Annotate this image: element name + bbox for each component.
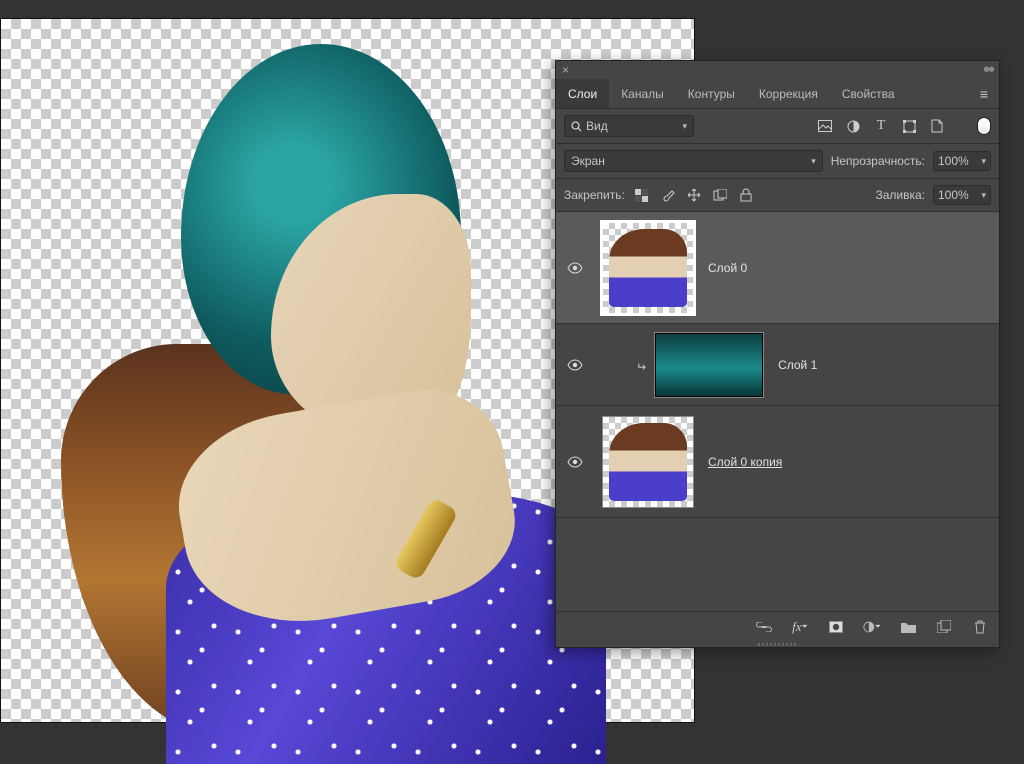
mask-icon[interactable] bbox=[827, 618, 845, 636]
layer-filter-kind[interactable]: Вид ▾ bbox=[564, 115, 694, 137]
visibility-icon[interactable] bbox=[562, 359, 588, 371]
lock-label: Закрепить: bbox=[564, 188, 625, 202]
resize-grip[interactable] bbox=[556, 641, 999, 647]
image-filter-icon[interactable] bbox=[815, 117, 835, 135]
fill-label: Заливка: bbox=[875, 188, 925, 202]
menu-icon[interactable]: ≡ bbox=[969, 86, 999, 102]
tab-label: Каналы bbox=[621, 87, 664, 101]
tab-adjustments[interactable]: Коррекция bbox=[747, 79, 830, 108]
layer-name[interactable]: Слой 0 bbox=[708, 261, 747, 275]
layer-row[interactable]: ↵ Слой 1 bbox=[556, 324, 999, 406]
layer-row[interactable]: Слой 0 bbox=[556, 212, 999, 324]
layer-thumbnail[interactable] bbox=[654, 332, 764, 398]
artwork-preview bbox=[31, 34, 501, 724]
clipping-mask-icon: ↵ bbox=[636, 360, 646, 374]
link-icon[interactable] bbox=[755, 618, 773, 636]
filter-row: Вид ▾ T bbox=[556, 109, 999, 144]
panel-titlebar: × •• bbox=[556, 61, 999, 79]
new-layer-icon[interactable] bbox=[935, 618, 953, 636]
tab-properties[interactable]: Свойства bbox=[830, 79, 907, 108]
blend-row: Экран ▾ Непрозрачность: 100% ▾ bbox=[556, 144, 999, 179]
adjustment-filter-icon[interactable] bbox=[843, 117, 863, 135]
lock-row: Закрепить: Заливка: 100% ▾ bbox=[556, 179, 999, 212]
foreground-swatch[interactable] bbox=[977, 117, 991, 135]
tab-label: Контуры bbox=[688, 87, 735, 101]
lock-artboard-icon[interactable] bbox=[711, 186, 729, 204]
shape-filter-icon[interactable] bbox=[899, 117, 919, 135]
tab-label: Слои bbox=[568, 87, 597, 101]
layer-name[interactable]: Слой 0 копия bbox=[708, 455, 782, 469]
layer-thumbnail[interactable] bbox=[602, 416, 694, 508]
layers-panel: × •• Слои Каналы Контуры Коррекция Свойс… bbox=[555, 60, 1000, 648]
chevron-down-icon: ▾ bbox=[811, 156, 816, 167]
layer-name[interactable]: Слой 1 bbox=[778, 358, 817, 372]
tab-channels[interactable]: Каналы bbox=[609, 79, 676, 108]
lock-brush-icon[interactable] bbox=[659, 186, 677, 204]
fx-icon[interactable]: fx⏷ bbox=[791, 618, 809, 636]
layer-thumbnail[interactable] bbox=[602, 222, 694, 314]
lock-position-icon[interactable] bbox=[685, 186, 703, 204]
lock-pixels-icon[interactable] bbox=[633, 186, 651, 204]
tab-label: Коррекция bbox=[759, 87, 818, 101]
opacity-value: 100% bbox=[938, 154, 969, 168]
trash-icon[interactable] bbox=[971, 618, 989, 636]
visibility-icon[interactable] bbox=[562, 262, 588, 274]
new-adjustment-icon[interactable]: ⏷ bbox=[863, 618, 881, 636]
chevron-down-icon: ▾ bbox=[682, 121, 687, 132]
opacity-field[interactable]: 100% ▾ bbox=[933, 151, 991, 171]
layer-filter-label: Вид bbox=[586, 119, 608, 133]
tab-label: Свойства bbox=[842, 87, 895, 101]
opacity-label: Непрозрачность: bbox=[831, 154, 925, 168]
chevron-down-icon: ▾ bbox=[981, 156, 986, 167]
blend-mode-select[interactable]: Экран ▾ bbox=[564, 150, 823, 172]
tab-paths[interactable]: Контуры bbox=[676, 79, 747, 108]
lock-all-icon[interactable] bbox=[737, 186, 755, 204]
blend-mode-value: Экран bbox=[571, 154, 605, 168]
fill-field[interactable]: 100% ▾ bbox=[933, 185, 991, 205]
visibility-icon[interactable] bbox=[562, 456, 588, 468]
search-icon bbox=[571, 121, 582, 132]
tab-layers[interactable]: Слои bbox=[556, 79, 609, 108]
fill-value: 100% bbox=[938, 188, 969, 202]
layers-list[interactable]: Слой 0 ↵ Слой 1 bbox=[556, 212, 999, 611]
panel-tabs: Слои Каналы Контуры Коррекция Свойства ≡ bbox=[556, 79, 999, 109]
layer-row[interactable]: Слой 0 копия bbox=[556, 406, 999, 518]
close-icon[interactable]: × bbox=[562, 63, 569, 77]
chevron-down-icon: ▾ bbox=[981, 190, 986, 201]
layers-footer: fx⏷ ⏷ bbox=[556, 611, 999, 641]
group-icon[interactable] bbox=[899, 618, 917, 636]
text-filter-icon[interactable]: T bbox=[871, 117, 891, 135]
smart-filter-icon[interactable] bbox=[927, 117, 947, 135]
